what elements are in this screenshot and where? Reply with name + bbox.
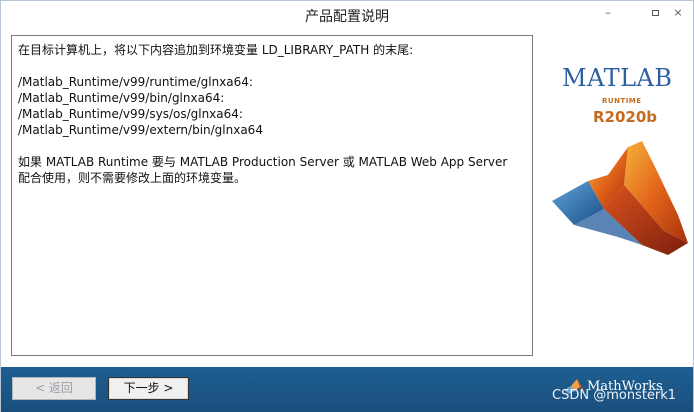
runtime-label: RUNTIME — [602, 97, 642, 105]
matlab-membrane-icon — [552, 141, 688, 255]
maximize-button[interactable] — [644, 4, 666, 22]
path-line: /Matlab_Runtime/v99/sys/os/glnxa64: — [18, 107, 243, 121]
path-line: /Matlab_Runtime/v99/bin/glnxa64: — [18, 91, 225, 105]
back-button[interactable]: < 返回 — [12, 377, 96, 400]
note-line: 配合使用，则不需要修改上面的环境变量。 — [18, 171, 247, 185]
note-line: 如果 MATLAB Runtime 要与 MATLAB Production S… — [18, 155, 508, 169]
instruction-line: 在目标计算机上，将以下内容追加到环境变量 LD_LIBRARY_PATH 的末尾… — [18, 43, 414, 57]
maximize-icon — [651, 10, 659, 16]
path-line: /Matlab_Runtime/v99/runtime/glnxa64: — [18, 75, 253, 89]
title-bar: 产品配置说明 – × — [1, 1, 693, 30]
next-button[interactable]: 下一步 > — [108, 377, 189, 400]
footer-bar: < 返回 下一步 > MathWorks CSDN @monsterk1 — [1, 367, 693, 412]
path-line: /Matlab_Runtime/v99/extern/bin/glnxa64 — [18, 123, 263, 137]
matlab-runtime-logo: MATLAB RUNTIME R2020b — [546, 54, 691, 354]
content-area: 在目标计算机上，将以下内容追加到环境变量 LD_LIBRARY_PATH 的末尾… — [1, 30, 693, 367]
close-button[interactable]: × — [667, 4, 689, 22]
watermark-text: CSDN @monsterk1 — [552, 388, 677, 403]
dialog-window: 产品配置说明 – × 在目标计算机上，将以下内容追加到环境变量 LD_LIBRA… — [0, 0, 694, 412]
matlab-wordmark: MATLAB — [562, 64, 673, 92]
minimize-button[interactable]: – — [597, 4, 619, 22]
instructions-text-area[interactable]: 在目标计算机上，将以下内容追加到环境变量 LD_LIBRARY_PATH 的末尾… — [11, 35, 533, 356]
window-title: 产品配置说明 — [305, 9, 389, 25]
release-label: R2020b — [593, 108, 658, 126]
